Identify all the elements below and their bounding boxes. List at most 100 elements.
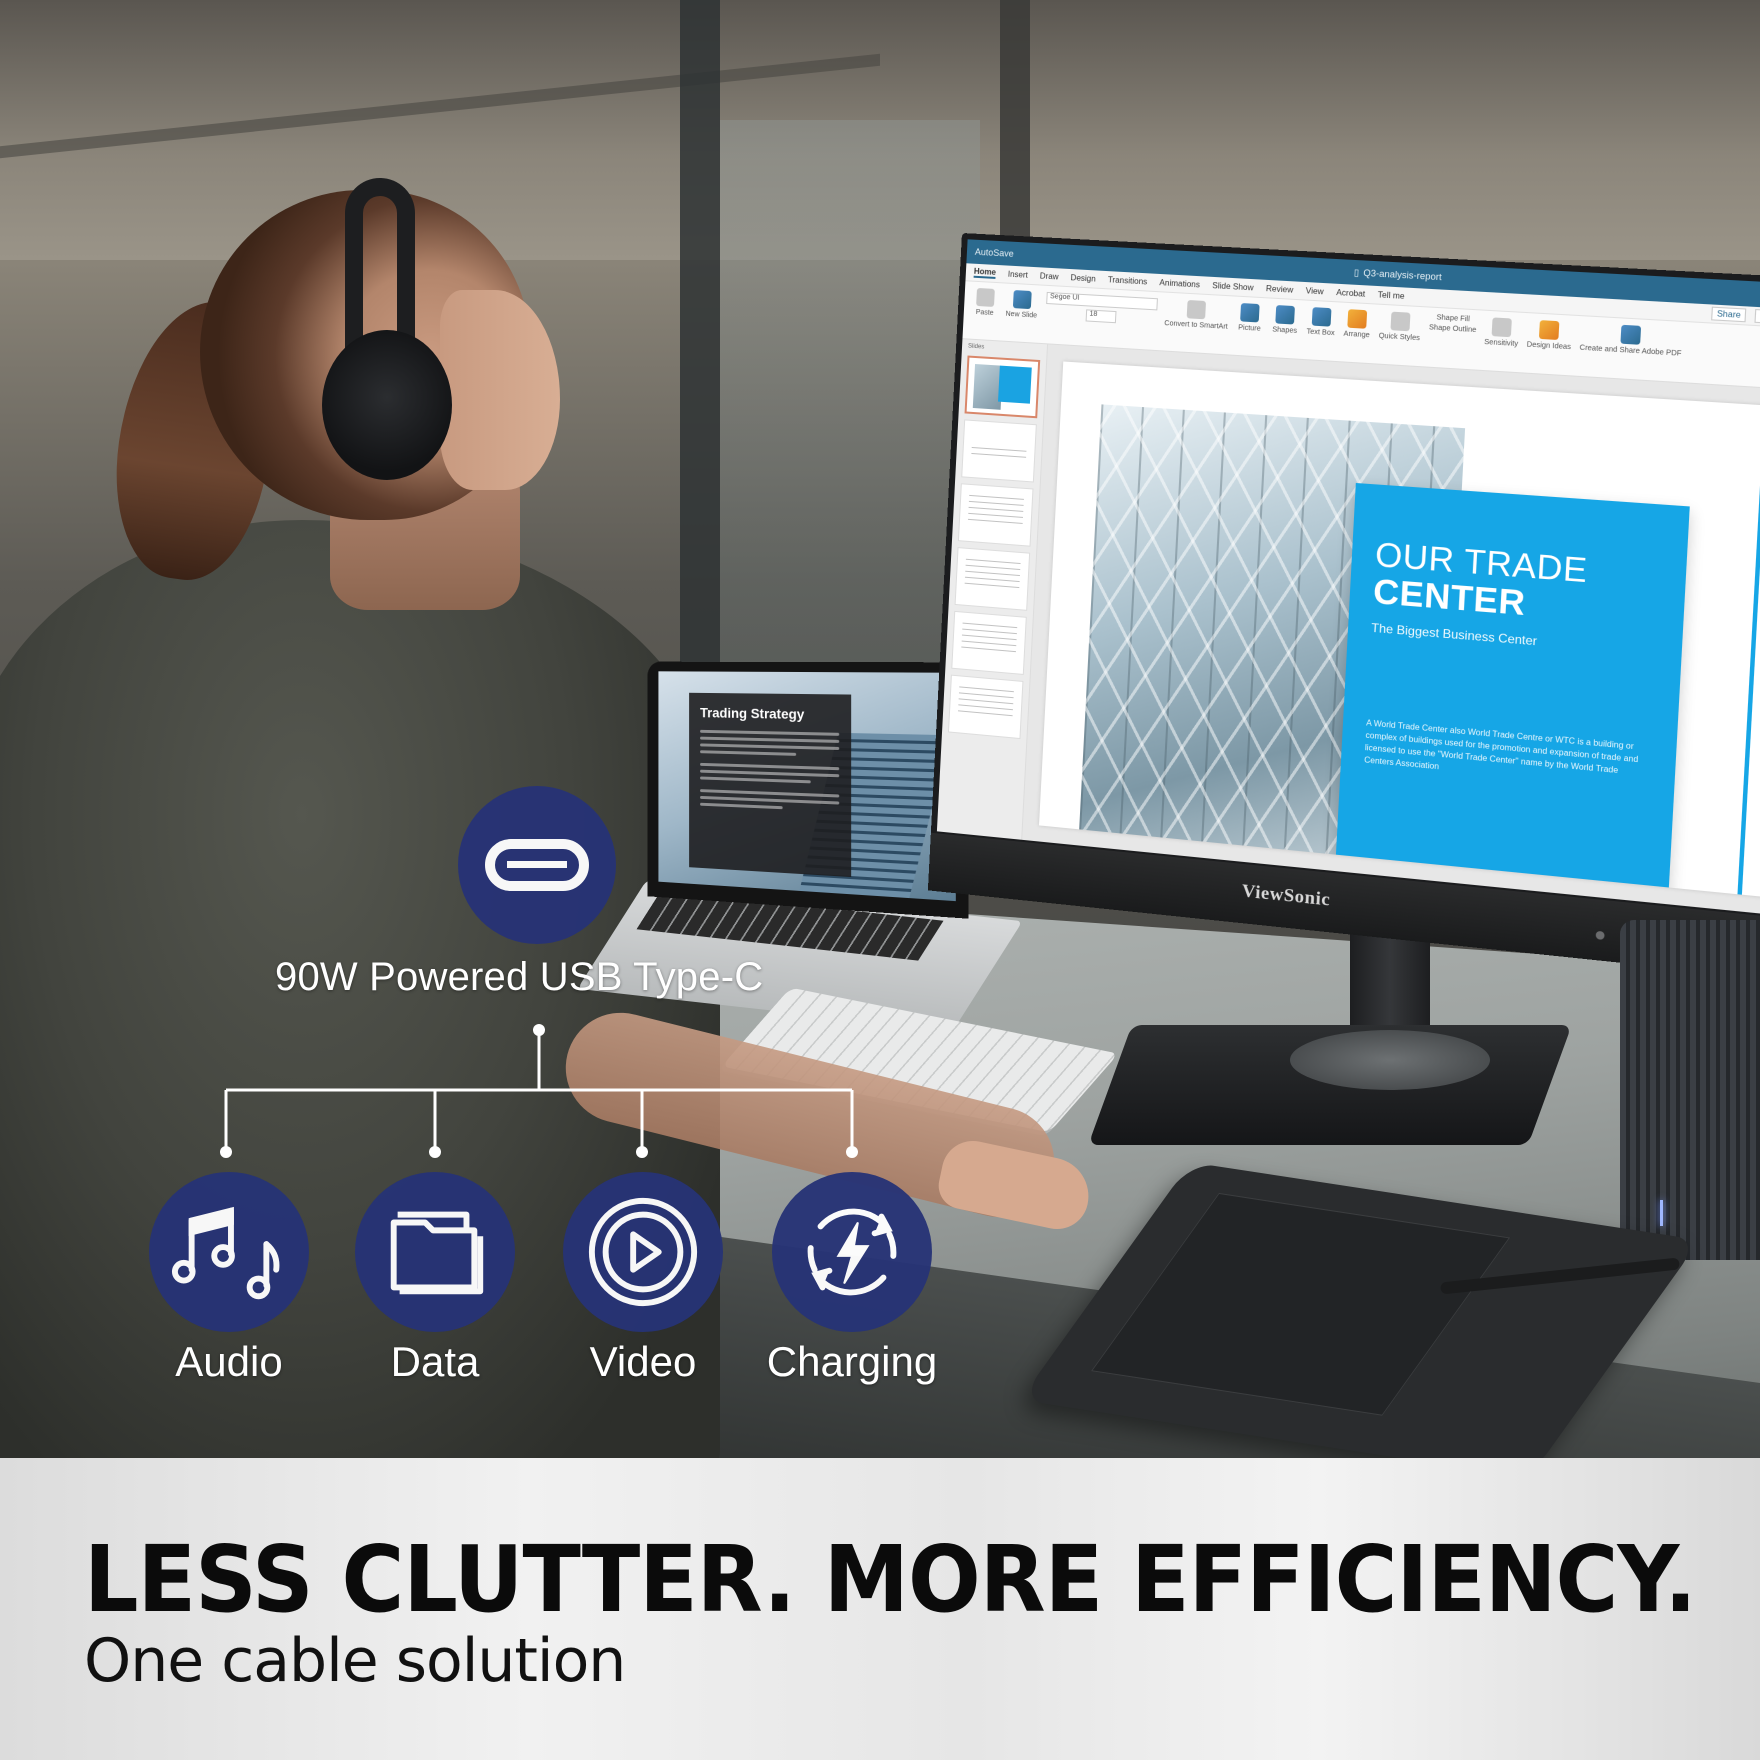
subheadline: One cable solution	[84, 1626, 626, 1696]
tab-slide-show[interactable]: Slide Show	[1212, 281, 1254, 292]
tab-acrobat[interactable]: Acrobat	[1336, 288, 1365, 299]
shapes-button[interactable]: Shapes	[1271, 305, 1300, 335]
music-notes-icon	[171, 1206, 280, 1300]
picture-icon	[1240, 303, 1261, 323]
slide-thumbnail-2[interactable]	[961, 419, 1037, 483]
document-icon: ▯	[1353, 266, 1360, 278]
external-drive	[1620, 920, 1760, 1260]
tab-view[interactable]: View	[1305, 286, 1323, 296]
font-size-select[interactable]: 18	[1085, 309, 1117, 324]
tab-home[interactable]: Home	[973, 266, 997, 279]
window-pillar	[1000, 0, 1030, 260]
new-slide-icon	[1012, 290, 1032, 310]
autosave-toggle[interactable]: AutoSave	[975, 247, 1014, 259]
tab-animations[interactable]: Animations	[1159, 278, 1200, 289]
slide-thumbnail-5[interactable]	[951, 610, 1027, 675]
comments-button[interactable]: Comments	[1754, 309, 1760, 326]
folder-icon	[390, 1211, 484, 1295]
sensitivity-button[interactable]: Sensitivity	[1484, 317, 1519, 348]
headline: LESS CLUTTER. MORE EFFICIENCY.	[84, 1526, 1697, 1633]
osd-button[interactable]	[1595, 930, 1605, 941]
status-led	[1660, 1200, 1663, 1226]
slide-thumbnail-3[interactable]	[957, 483, 1034, 547]
slide-accent-bar	[1735, 458, 1760, 898]
paste-icon	[976, 287, 995, 307]
current-slide[interactable]: OUR TRADE CENTER The Biggest Business Ce…	[1038, 361, 1760, 898]
smartart-icon	[1187, 299, 1207, 320]
arrange-icon	[1347, 309, 1368, 329]
brand-logo: ViewSonic	[1241, 880, 1331, 910]
feature-label-audio: Audio	[175, 1338, 283, 1385]
feature-video	[563, 1172, 723, 1332]
tab-review[interactable]: Review	[1266, 284, 1294, 295]
design-ideas-icon	[1539, 320, 1560, 341]
app-body: Slides OUR TRADE CENTER The Biggest Busi…	[936, 339, 1760, 917]
text-line	[700, 729, 840, 736]
text-line	[700, 750, 797, 756]
usb-c-label: 90W Powered USB Type-C	[275, 955, 764, 999]
feature-data	[355, 1172, 515, 1332]
smartart-button[interactable]: Convert to SmartArt	[1164, 299, 1229, 331]
text-line	[700, 776, 811, 784]
text-line	[700, 769, 840, 778]
laptop-slide-card: Trading Strategy	[689, 692, 852, 878]
text-line	[700, 736, 840, 743]
text-box-button[interactable]: Text Box	[1306, 307, 1336, 337]
woman-face	[440, 290, 560, 490]
arrange-button[interactable]: Arrange	[1343, 309, 1372, 339]
usb-type-c-icon	[485, 839, 589, 891]
slide-title-panel: OUR TRADE CENTER The Biggest Business Ce…	[1335, 482, 1690, 896]
charging-bolt-icon	[807, 1208, 897, 1296]
feature-label-video: Video	[589, 1338, 697, 1385]
tab-insert[interactable]: Insert	[1008, 270, 1028, 280]
slide-thumbnail-6[interactable]	[947, 674, 1024, 740]
bottom-banner: LESS CLUTTER. MORE EFFICIENCY. One cable…	[0, 1458, 1760, 1760]
viewsonic-monitor: AutoSave ▯ Q3-analysis-report ⌕ Home Ins…	[927, 233, 1760, 981]
window-title: ▯ Q3-analysis-report	[1354, 267, 1442, 283]
headphones-ear-cup	[322, 330, 452, 480]
tablet-active-area	[1091, 1192, 1511, 1416]
usb-c-badge	[458, 786, 616, 944]
glass-partition	[720, 120, 980, 680]
shapes-icon	[1275, 305, 1296, 325]
laptop-slide-title: Trading Strategy	[700, 704, 805, 723]
paste-button[interactable]: Paste	[972, 287, 999, 318]
feature-label-data: Data	[390, 1338, 480, 1385]
text-line	[700, 762, 840, 771]
sensitivity-icon	[1491, 317, 1513, 338]
tab-tell-me[interactable]: Tell me	[1378, 290, 1405, 301]
slide-body-text: A World Trade Center also World Trade Ce…	[1363, 717, 1639, 775]
share-button[interactable]: Share	[1711, 306, 1747, 323]
slide-thumbnail-4[interactable]	[954, 547, 1031, 611]
tab-design[interactable]: Design	[1070, 273, 1096, 283]
slide-thumbnail-1[interactable]	[964, 355, 1041, 419]
laptop: Trading Strategy	[647, 661, 969, 919]
create-pdf-button[interactable]: Create and Share Adobe PDF	[1579, 322, 1682, 358]
text-box-icon	[1311, 307, 1332, 327]
window-title-text: Q3-analysis-report	[1363, 267, 1442, 283]
design-ideas-button[interactable]: Design Ideas	[1527, 319, 1573, 351]
slide-editor: OUR TRADE CENTER The Biggest Business Ce…	[1022, 344, 1760, 917]
play-icon	[588, 1197, 698, 1307]
quick-styles-button[interactable]: Quick Styles	[1379, 311, 1422, 342]
shape-outline-button[interactable]: Shape Outline	[1429, 324, 1477, 334]
shape-fill-button[interactable]: Shape Fill Shape Outline	[1429, 314, 1477, 334]
pdf-icon	[1620, 324, 1642, 345]
feature-charging	[772, 1172, 932, 1332]
monitor-screen: AutoSave ▯ Q3-analysis-report ⌕ Home Ins…	[936, 239, 1760, 917]
quick-styles-icon	[1390, 311, 1411, 332]
tab-draw[interactable]: Draw	[1040, 271, 1059, 281]
text-line	[700, 802, 783, 810]
tab-transitions[interactable]: Transitions	[1108, 275, 1148, 286]
laptop-display: Trading Strategy	[658, 671, 956, 902]
feature-label-charging: Charging	[766, 1338, 938, 1385]
slides-panel-label: Slides	[967, 343, 985, 351]
font-controls: Segoe UI 18	[1045, 291, 1158, 326]
text-line	[700, 743, 840, 751]
font-name-select[interactable]: Segoe UI	[1045, 291, 1158, 311]
window-pillar	[680, 0, 720, 700]
picture-button[interactable]: Picture	[1236, 303, 1264, 333]
feature-audio	[149, 1172, 309, 1332]
monitor-stand-swivel	[1290, 1030, 1490, 1090]
new-slide-button[interactable]: New Slide	[1005, 290, 1038, 320]
